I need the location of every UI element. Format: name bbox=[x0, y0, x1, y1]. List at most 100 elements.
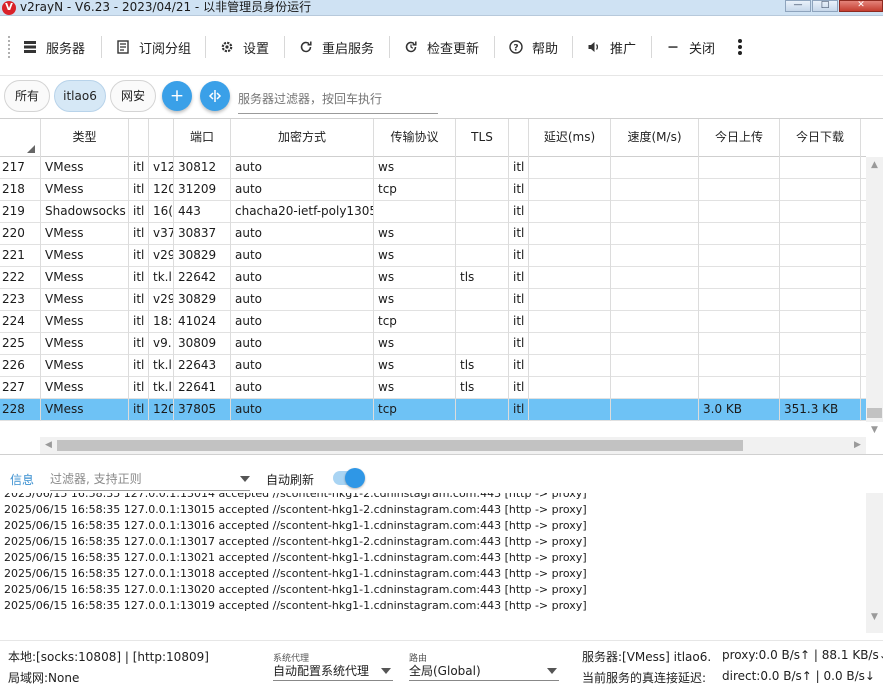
cell-address: 16( bbox=[149, 201, 174, 223]
close-window-button[interactable]: ✕ bbox=[839, 0, 883, 12]
group-chip-all[interactable]: 所有 bbox=[4, 80, 50, 112]
edit-group-button[interactable] bbox=[200, 81, 230, 111]
check-update-label: 检查更新 bbox=[427, 41, 480, 57]
table-row[interactable]: 223 VMess itl v29 30829 auto ws itl bbox=[0, 289, 866, 311]
column-header-today-up[interactable]: 今日上传 bbox=[699, 119, 780, 157]
table-row[interactable]: 220 VMess itl v37 30837 auto ws itl bbox=[0, 223, 866, 245]
table-row-selected[interactable]: 228 VMess itl 120 37805 auto tcp itl 3.0 KB 351.3… bbox=[0, 399, 866, 421]
table-row[interactable]: 222 VMess itl tk.l 22642 auto ws tls itl bbox=[0, 267, 866, 289]
scroll-left-arrow-icon[interactable]: ◀ bbox=[40, 437, 57, 454]
proxy-speed-status: proxy:0.0 B/s↑ | 88.1 KB/s↓ bbox=[722, 648, 883, 662]
cell-network: ws bbox=[374, 267, 456, 289]
toolbar-divider bbox=[284, 36, 285, 58]
table-row[interactable]: 224 VMess itl 18: 41024 auto tcp itl bbox=[0, 311, 866, 333]
servers-menu-button[interactable]: 服务器 bbox=[22, 36, 85, 58]
column-header-today-down[interactable]: 今日下载 bbox=[780, 119, 861, 157]
cell-type: Shadowsocks bbox=[41, 201, 129, 223]
cell-today-down bbox=[780, 157, 861, 179]
cell-type: VMess bbox=[41, 267, 129, 289]
log-filter-combobox[interactable]: 过滤器, 支持正则 bbox=[50, 467, 250, 491]
toolbar-divider bbox=[389, 36, 390, 58]
table-row[interactable]: 226 VMess itl tk.l 22643 auto ws tls itl bbox=[0, 355, 866, 377]
scroll-down-arrow-icon[interactable]: ▼ bbox=[866, 422, 883, 439]
cell-subid: itl bbox=[509, 399, 529, 421]
cell-subid: itl bbox=[509, 311, 529, 333]
log-output[interactable]: 2025/06/15 16:58:35 127.0.0.1:13014 acce… bbox=[0, 493, 866, 633]
svg-text:?: ? bbox=[513, 44, 518, 54]
cell-delay bbox=[529, 267, 611, 289]
grid-horizontal-scrollbar[interactable]: ◀ ▶ bbox=[40, 437, 866, 454]
column-header-delay[interactable]: 延迟(ms) bbox=[529, 119, 611, 157]
cell-address: 18: bbox=[149, 311, 174, 333]
cell-address: v9. bbox=[149, 333, 174, 355]
more-options-button[interactable] bbox=[735, 36, 745, 58]
add-group-button[interactable]: + bbox=[162, 81, 192, 111]
cell-type: VMess bbox=[41, 377, 129, 399]
cell-tls: tls bbox=[456, 267, 509, 289]
log-vertical-scrollbar[interactable]: ▼ bbox=[866, 493, 883, 633]
cell-today-down bbox=[780, 179, 861, 201]
column-header-tls[interactable]: TLS bbox=[456, 119, 509, 157]
system-proxy-select[interactable]: 自动配置系统代理 bbox=[273, 661, 393, 681]
routing-select[interactable]: 全局(Global) bbox=[409, 661, 559, 681]
subscription-group-button[interactable]: 订阅分组 bbox=[115, 36, 191, 58]
toolbar-divider bbox=[572, 36, 573, 58]
table-row[interactable]: 227 VMess itl tk.l 22641 auto ws tls itl bbox=[0, 377, 866, 399]
cell-today-down bbox=[780, 311, 861, 333]
table-row[interactable]: 218 VMess itl 120 31209 auto tcp itl bbox=[0, 179, 866, 201]
real-delay-status: 当前服务的真连接延迟: bbox=[582, 671, 707, 685]
close-app-button[interactable]: 关闭 bbox=[665, 36, 715, 58]
scroll-up-arrow-icon[interactable]: ▲ bbox=[866, 157, 883, 174]
column-header-subid[interactable] bbox=[509, 119, 529, 157]
cell-type: VMess bbox=[41, 179, 129, 201]
refresh-icon bbox=[298, 39, 314, 55]
group-chip-itlao6[interactable]: itlao6 bbox=[54, 80, 106, 112]
column-header-type[interactable]: 类型 bbox=[41, 119, 129, 157]
restart-service-button[interactable]: 重启服务 bbox=[298, 36, 374, 58]
check-update-button[interactable]: 检查更新 bbox=[403, 36, 479, 58]
column-header-remarks[interactable] bbox=[129, 119, 149, 157]
column-header-network[interactable]: 传输协议 bbox=[374, 119, 456, 157]
table-row[interactable]: 219 Shadowsocks itl 16(443 chacha20-ietf-pol… bbox=[0, 201, 866, 223]
cell-today-up bbox=[699, 333, 780, 355]
cell-today-up bbox=[699, 355, 780, 377]
grid-vertical-scrollbar[interactable]: ▲ ▼ bbox=[866, 157, 883, 435]
toolbar-divider bbox=[101, 36, 102, 58]
cell-index: 223 bbox=[0, 289, 41, 311]
window-controls: — □ ✕ bbox=[784, 0, 883, 12]
auto-refresh-label: 自动刷新 bbox=[266, 473, 315, 487]
group-chip-wangan[interactable]: 网安 bbox=[110, 80, 156, 112]
cell-address: v37 bbox=[149, 223, 174, 245]
column-header-security[interactable]: 加密方式 bbox=[231, 119, 374, 157]
server-filter-input[interactable] bbox=[238, 84, 438, 114]
server-grid: 类型 端口 加密方式 传输协议 TLS 延迟(ms) 速度(M/s) 今日上传 … bbox=[0, 118, 883, 455]
column-header-address[interactable] bbox=[149, 119, 174, 157]
maximize-button[interactable]: □ bbox=[812, 0, 838, 12]
cell-remarks: itl bbox=[129, 179, 149, 201]
auto-refresh-toggle[interactable] bbox=[333, 468, 365, 488]
grid-vertical-scroll-thumb[interactable] bbox=[867, 408, 882, 418]
grid-horizontal-scroll-thumb[interactable] bbox=[57, 440, 743, 451]
column-header-index[interactable] bbox=[0, 119, 41, 157]
select-all-corner bbox=[27, 145, 35, 153]
promotion-button[interactable]: 推广 bbox=[586, 36, 636, 58]
toolbar-grip[interactable] bbox=[8, 36, 11, 58]
minimize-button[interactable]: — bbox=[785, 0, 811, 12]
cell-today-down bbox=[780, 289, 861, 311]
log-tab-info[interactable]: 信息 bbox=[10, 471, 34, 488]
settings-button[interactable]: 设置 bbox=[219, 36, 269, 58]
scroll-right-arrow-icon[interactable]: ▶ bbox=[849, 437, 866, 454]
table-row[interactable]: 217 VMess itl v12 30812 auto ws itl bbox=[0, 157, 866, 179]
grid-header: 类型 端口 加密方式 传输协议 TLS 延迟(ms) 速度(M/s) 今日上传 … bbox=[0, 119, 866, 157]
cell-remarks: itl bbox=[129, 223, 149, 245]
table-row[interactable]: 221 VMess itl v29 30829 auto ws itl bbox=[0, 245, 866, 267]
column-header-port[interactable]: 端口 bbox=[174, 119, 231, 157]
cell-port: 22643 bbox=[174, 355, 231, 377]
help-button[interactable]: ? 帮助 bbox=[508, 36, 558, 58]
table-row[interactable]: 225 VMess itl v9. 30809 auto ws itl bbox=[0, 333, 866, 355]
servers-label: 服务器 bbox=[46, 41, 86, 57]
cell-delay bbox=[529, 245, 611, 267]
cell-security: auto bbox=[231, 223, 374, 245]
column-header-speed[interactable]: 速度(M/s) bbox=[611, 119, 699, 157]
scroll-down-arrow-icon[interactable]: ▼ bbox=[866, 609, 883, 626]
